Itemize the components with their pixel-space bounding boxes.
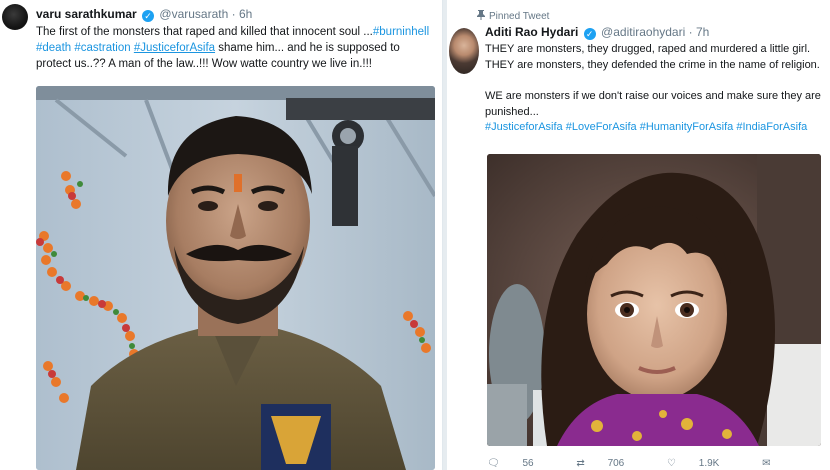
timestamp[interactable]: 7h [696,25,709,39]
pinned-label: Pinned Tweet [477,10,824,24]
like-button[interactable]: ♡ 1.9K [667,458,739,469]
verified-badge-icon: ✓ [142,10,155,22]
tweet-text: THEY are monsters, they drugged, raped a… [485,42,824,136]
hashtag-link[interactable]: #LoveForAsifa [566,121,637,133]
verified-badge-icon: ✓ [583,28,596,40]
timestamp[interactable]: 6h [239,7,252,21]
reply-icon: 🗨 [487,458,500,469]
tweet-body: Pinned Tweet Aditi Rao Hydari ✓ @aditira… [477,10,824,136]
avatar[interactable] [2,4,28,30]
photo-man-in-uniform [36,86,435,470]
handle[interactable]: @aditiraohydari [601,25,685,39]
handle[interactable]: @varusarath [159,7,228,21]
hashtag-link[interactable]: #IndiaForAsifa [736,121,807,133]
hashtag-link[interactable]: #burninhell [373,26,429,38]
tweet-paragraph: WE are monsters if we don't raise our vo… [485,90,821,118]
tweet-text: The first of the monsters that raped and… [36,24,436,72]
tweet-header: Aditi Rao Hydari ✓ @aditiraohydari · 7h [485,24,824,40]
pinned-text: Pinned Tweet [489,11,550,22]
display-name[interactable]: varu sarathkumar [36,7,137,21]
avatar[interactable] [449,28,479,74]
hashtag-link[interactable]: #HumanityForAsifa [640,121,734,133]
reply-button[interactable]: 🗨 56 [487,458,554,469]
tweet-header: varu sarathkumar ✓ @varusarath · 6h [36,6,436,22]
tweet-photo[interactable] [487,154,821,446]
pin-icon [477,10,485,20]
reply-count: 56 [522,458,534,469]
tweet-photo[interactable] [36,86,435,470]
tweet-body: varu sarathkumar ✓ @varusarath · 6h The … [36,6,436,72]
separator: · [231,7,236,21]
like-icon: ♡ [667,458,676,469]
retweet-button[interactable]: ⇄ 706 [576,458,644,469]
hashtag-line: #JusticeforAsifa #LoveForAsifa #Humanity… [485,120,824,136]
tweet-actions: 🗨 56 ⇄ 706 ♡ 1.9K ✉ [487,458,811,469]
retweet-count: 706 [607,458,625,469]
photo-girl [487,154,821,446]
tweet-text-part: The first of the monsters that raped and… [36,26,373,38]
display-name[interactable]: Aditi Rao Hydari [485,25,578,39]
hashtag-link[interactable]: #castration [74,42,130,54]
hashtag-link[interactable]: #JusticeforAsifa [485,121,563,133]
tweet-paragraph: THEY are monsters, they drugged, raped a… [485,43,820,71]
tweet-right[interactable]: Pinned Tweet Aditi Rao Hydari ✓ @aditira… [447,0,830,470]
hashtag-link[interactable]: #death [36,42,71,54]
tweet-left[interactable]: varu sarathkumar ✓ @varusarath · 6h The … [0,0,443,470]
hashtag-link[interactable]: #JusticeforAsifa [134,42,215,54]
like-count: 1.9K [698,458,720,469]
separator: · [688,25,693,39]
message-button[interactable]: ✉ [762,458,790,469]
retweet-icon: ⇄ [576,458,585,469]
message-icon: ✉ [762,458,771,469]
